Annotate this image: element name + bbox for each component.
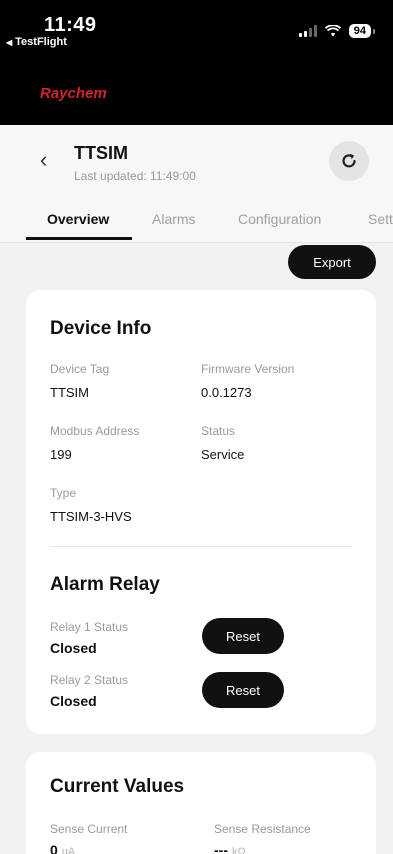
type-value: TTSIM-3-HVS: [50, 509, 132, 524]
relay-1-status-label: Relay 1 Status: [50, 620, 129, 634]
tab-settings[interactable]: Settings: [368, 211, 393, 227]
refresh-button[interactable]: [329, 141, 369, 181]
relay-1-status-value: Closed: [50, 640, 97, 656]
section-divider: [50, 546, 352, 547]
status-time: 11:49: [44, 14, 97, 36]
back-arrow-icon: ◀: [6, 37, 13, 47]
back-to-app-link[interactable]: ◀ TestFlight: [6, 36, 67, 48]
top-bar: 11:49 ◀ TestFlight 94 Raychem: [0, 0, 393, 125]
sense-current-number: 0: [50, 842, 58, 854]
firmware-version-value: 0.0.1273: [201, 385, 252, 400]
status-value: Service: [201, 447, 245, 462]
sense-resistance-unit: kΩ: [232, 846, 246, 854]
sense-current-label: Sense Current: [50, 822, 128, 836]
firmware-version-label: Firmware Version: [201, 362, 295, 376]
export-button[interactable]: Export: [288, 245, 376, 279]
sense-current-unit: uA: [61, 846, 76, 854]
device-info-card: Device Info Device Tag TTSIM Firmware Ve…: [26, 290, 376, 734]
alarm-relay-title: Alarm Relay: [50, 574, 160, 595]
tab-bar: Overview Alarms Configuration Settings: [0, 197, 393, 243]
cellular-signal-icon: [298, 25, 317, 37]
tab-configuration[interactable]: Configuration: [238, 211, 321, 227]
chevron-left-icon[interactable]: ‹: [40, 149, 47, 171]
wifi-icon: [324, 25, 341, 37]
status-label: Status: [201, 424, 236, 438]
relay-2-status-label: Relay 2 Status: [50, 673, 129, 687]
current-values-card: Current Values Sense Current 0 uA Sense R…: [26, 752, 376, 854]
modbus-address-value: 199: [50, 447, 72, 462]
relay-2-status-value: Closed: [50, 693, 97, 709]
device-tag-value: TTSIM: [50, 385, 89, 400]
modbus-address-label: Modbus Address: [50, 424, 140, 438]
device-header: ‹ TTSIM Last updated: 11:49:00: [0, 125, 393, 197]
device-tag-label: Device Tag: [50, 362, 110, 376]
device-info-title: Device Info: [50, 318, 152, 339]
active-tab-indicator: [26, 237, 132, 240]
sense-resistance-label: Sense Resistance: [214, 822, 311, 836]
status-icons: 94: [298, 24, 376, 38]
sense-resistance-number: ---: [214, 842, 228, 854]
relay-1-reset-button[interactable]: Reset: [202, 618, 284, 654]
last-updated: Last updated: 11:49:00: [74, 169, 196, 183]
current-values-title: Current Values: [50, 776, 185, 797]
brand-logo: Raychem: [40, 85, 107, 102]
refresh-icon: [342, 153, 356, 168]
battery-icon: 94: [348, 24, 376, 38]
device-name: TTSIM: [74, 143, 128, 163]
sense-resistance-value: --- kΩ: [214, 842, 246, 854]
sense-current-value: 0 uA: [50, 842, 75, 854]
tab-alarms[interactable]: Alarms: [152, 211, 196, 227]
relay-2-reset-button[interactable]: Reset: [202, 672, 284, 708]
tab-overview[interactable]: Overview: [47, 211, 109, 227]
back-app-label: TestFlight: [15, 36, 67, 48]
type-label: Type: [50, 486, 77, 500]
